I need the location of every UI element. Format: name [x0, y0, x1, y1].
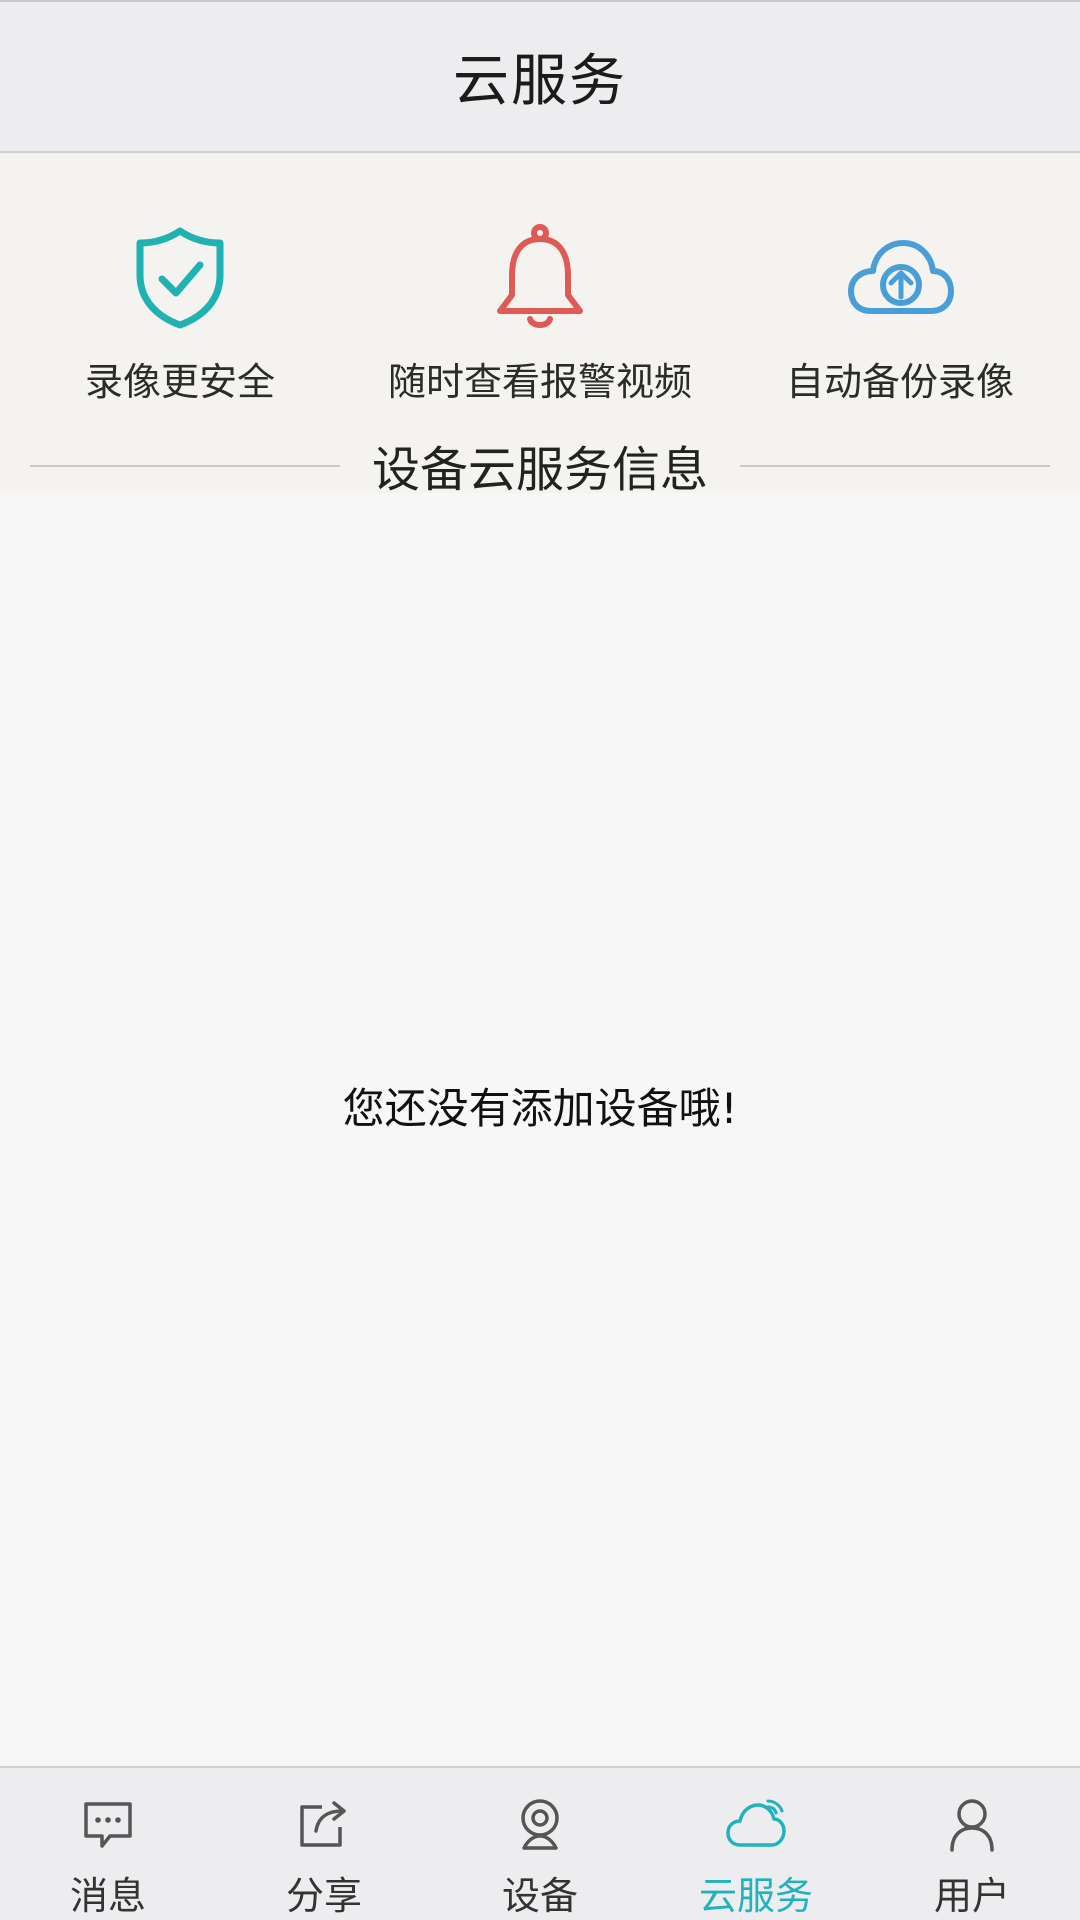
feature-safe-recording: 录像更安全 [30, 223, 330, 406]
cloud-upload-icon [845, 223, 955, 333]
empty-state-message: 您还没有添加设备哦! [342, 1084, 738, 1133]
tab-share[interactable]: 分享 [216, 1768, 432, 1920]
feature-label: 录像更安全 [84, 360, 275, 404]
divider-right [740, 465, 1050, 467]
camera-icon [510, 1794, 570, 1853]
tab-label: 消息 [69, 1874, 146, 1918]
feature-alarm-video: 随时查看报警视频 [388, 223, 693, 406]
shield-check-icon [125, 223, 235, 333]
divider-left [30, 465, 340, 467]
tab-devices[interactable]: 设备 [432, 1768, 648, 1920]
page-title: 云服务 [453, 49, 627, 114]
share-icon [294, 1794, 354, 1853]
tab-label: 用户 [933, 1874, 1010, 1918]
feature-label: 随时查看报警视频 [388, 360, 693, 404]
top-header: 云服务 [0, 0, 1080, 153]
feature-label: 自动备份录像 [785, 360, 1014, 404]
tab-messages[interactable]: 消息 [0, 1768, 216, 1920]
section-title: 设备云服务信息 [371, 442, 708, 498]
features-band: 录像更安全 随时查看报警视频 自动备份录像 设备云服务信息 [0, 153, 1080, 498]
bell-icon [485, 223, 595, 333]
user-icon [942, 1794, 1002, 1853]
section-header: 设备云服务信息 [0, 430, 1080, 500]
cloud-service-page: 云服务 录像更安全 随时查看报警视频 自动备份录像 设备云服务信息 您还没有添加… [0, 0, 1080, 1920]
tab-cloud-service[interactable]: 云服务 [648, 1768, 864, 1920]
tab-label: 云服务 [698, 1874, 813, 1918]
cloud-service-icon [726, 1794, 786, 1853]
tab-user[interactable]: 用户 [864, 1768, 1080, 1920]
feature-auto-backup: 自动备份录像 [750, 223, 1050, 406]
tab-label: 设备 [501, 1874, 578, 1918]
tab-label: 分享 [285, 1874, 362, 1918]
bottom-tab-bar: 消息 分享 设备 云服务 用户 [0, 1766, 1080, 1920]
message-icon [78, 1794, 138, 1853]
